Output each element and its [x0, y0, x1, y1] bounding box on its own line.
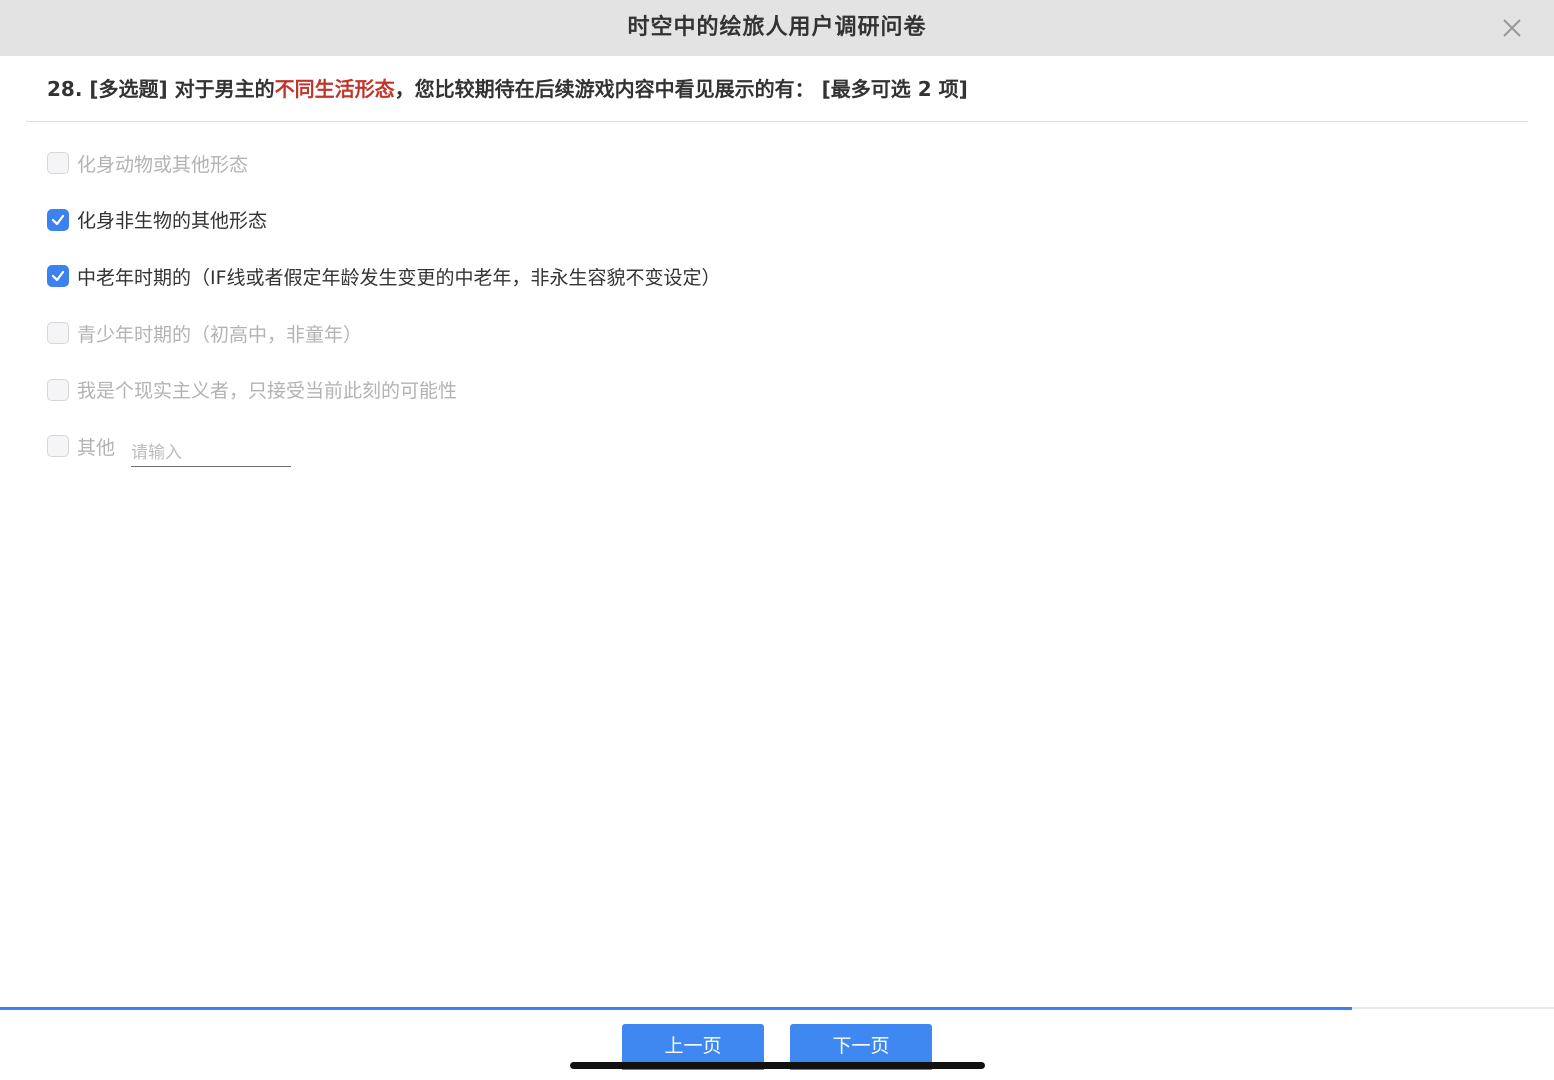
option-item[interactable]: 化身动物或其他形态	[47, 144, 1447, 182]
option-label: 化身非生物的其他形态	[77, 210, 268, 233]
option-label: 我是个现实主义者，只接受当前此刻的可能性	[77, 380, 458, 403]
check-icon	[51, 271, 65, 282]
checkbox[interactable]	[47, 435, 69, 458]
question-divider	[26, 121, 1528, 122]
option-label: 其他	[77, 436, 116, 459]
option-item[interactable]: 化身非生物的其他形态	[47, 201, 1447, 239]
survey-page: 时空中的绘旅人用户调研问卷 28. [多选题] 对于男主的不同生活形态，您比较期…	[0, 0, 1554, 1080]
checkbox[interactable]	[47, 265, 69, 288]
option-item[interactable]: 中老年时期的（IF线或者假定年龄发生变更的中老年，非永生容貌不变设定）	[47, 257, 1447, 295]
question-highlight: 不同生活形态	[274, 77, 395, 101]
checkbox[interactable]	[47, 322, 69, 345]
option-item-other[interactable]: 其他	[47, 427, 1447, 467]
option-label: 中老年时期的（IF线或者假定年龄发生变更的中老年，非永生容貌不变设定）	[77, 266, 721, 289]
question-prefix: 28. [多选题] 对于男主的	[47, 77, 275, 101]
home-indicator[interactable]	[570, 1062, 985, 1069]
checkbox[interactable]	[47, 378, 69, 401]
option-item[interactable]: 青少年时期的（初高中，非童年）	[47, 314, 1447, 352]
question-title: 28. [多选题] 对于男主的不同生活形态，您比较期待在后续游戏内容中看见展示的…	[47, 72, 1517, 106]
page-title: 时空中的绘旅人用户调研问卷	[627, 15, 927, 40]
option-item[interactable]: 我是个现实主义者，只接受当前此刻的可能性	[47, 371, 1447, 409]
progress-bar	[0, 1007, 1352, 1010]
checkbox[interactable]	[47, 208, 69, 231]
question-suffix: ，您比较期待在后续游戏内容中看见展示的有： [最多可选 2 项]	[394, 77, 968, 101]
option-list: 化身动物或其他形态 化身非生物的其他形态 中老年时期的（IF线或者假定年龄发生变…	[47, 144, 1447, 484]
other-input[interactable]	[131, 437, 292, 467]
option-label: 青少年时期的（初高中，非童年）	[77, 323, 363, 346]
option-label: 化身动物或其他形态	[77, 153, 249, 176]
header-bar: 时空中的绘旅人用户调研问卷	[0, 0, 1554, 56]
close-button[interactable]	[1498, 14, 1526, 42]
close-icon	[1498, 14, 1526, 42]
check-icon	[51, 214, 65, 225]
checkbox[interactable]	[47, 152, 69, 174]
